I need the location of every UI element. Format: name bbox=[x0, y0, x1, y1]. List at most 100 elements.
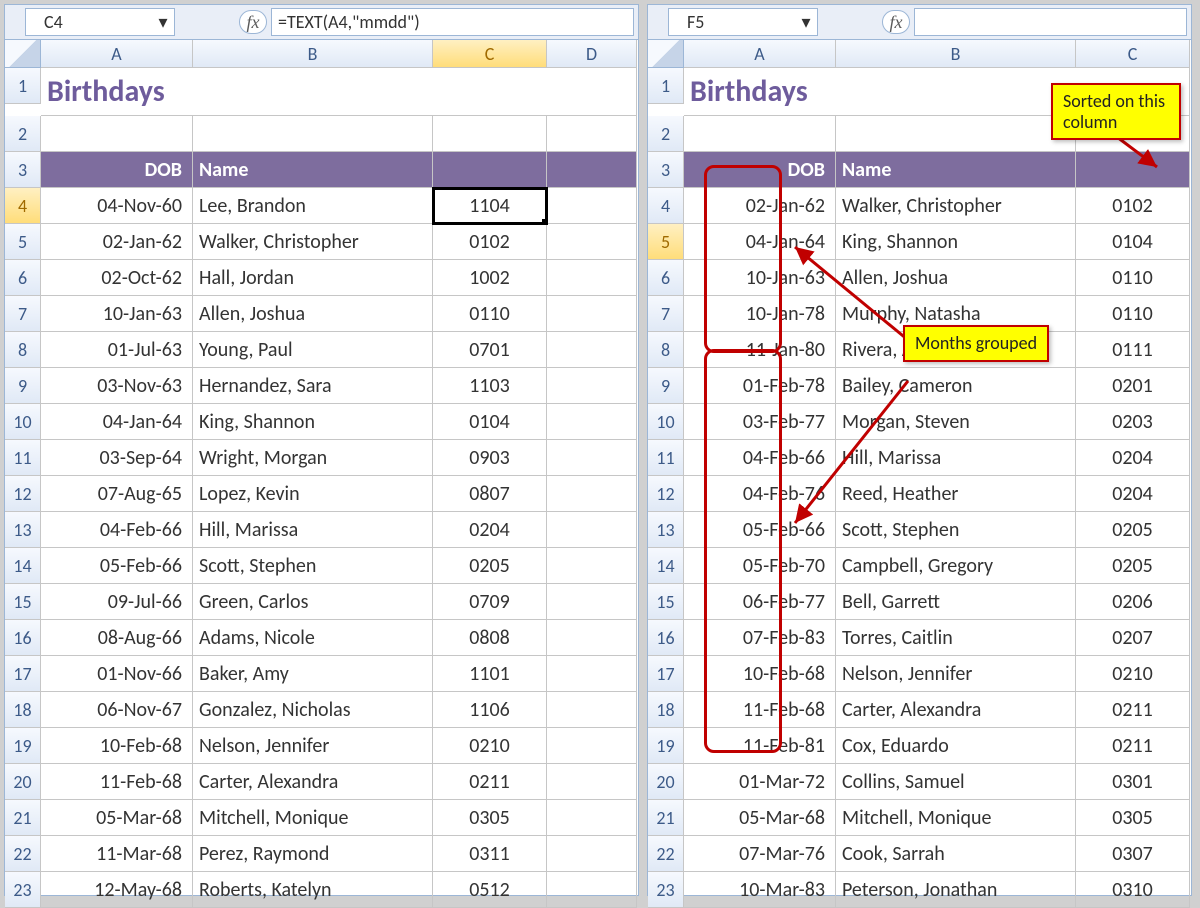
row-header[interactable]: 4 bbox=[5, 188, 41, 224]
cell-code[interactable]: 0210 bbox=[433, 728, 547, 764]
cell-code[interactable]: 0204 bbox=[1076, 440, 1190, 476]
row-header[interactable]: 21 bbox=[5, 800, 41, 836]
cell-name[interactable]: Torres, Caitlin bbox=[836, 620, 1076, 656]
cell-name[interactable]: Lopez, Kevin bbox=[193, 476, 433, 512]
row-header[interactable]: 17 bbox=[5, 656, 41, 692]
cell-dob[interactable]: 11-Feb-81 bbox=[684, 728, 836, 764]
fx-icon[interactable]: fx bbox=[882, 10, 910, 34]
cell-code[interactable]: 0110 bbox=[1076, 260, 1190, 296]
empty-cell[interactable] bbox=[547, 548, 637, 584]
cell-dob[interactable]: 01-Nov-66 bbox=[41, 656, 193, 692]
cell-dob[interactable]: 07-Feb-83 bbox=[684, 620, 836, 656]
empty-cell[interactable] bbox=[547, 404, 637, 440]
cell-name[interactable]: Cox, Eduardo bbox=[836, 728, 1076, 764]
table-header-name[interactable]: Name bbox=[836, 152, 1076, 188]
select-all-corner[interactable] bbox=[648, 40, 684, 68]
cell-code[interactable]: 0111 bbox=[1076, 332, 1190, 368]
row-header[interactable]: 5 bbox=[648, 224, 684, 260]
cell-dob[interactable]: 05-Feb-70 bbox=[684, 548, 836, 584]
empty-cell[interactable] bbox=[433, 116, 547, 152]
row-header[interactable]: 3 bbox=[648, 152, 684, 188]
cell-dob[interactable]: 09-Jul-66 bbox=[41, 584, 193, 620]
cell-code[interactable]: 0903 bbox=[433, 440, 547, 476]
cell-name[interactable]: Mitchell, Monique bbox=[836, 800, 1076, 836]
cell-name[interactable]: Hill, Marissa bbox=[193, 512, 433, 548]
cell-name[interactable]: Adams, Nicole bbox=[193, 620, 433, 656]
cell-dob[interactable]: 10-Jan-78 bbox=[684, 296, 836, 332]
empty-cell[interactable] bbox=[547, 476, 637, 512]
empty-cell[interactable] bbox=[547, 116, 637, 152]
cell-code[interactable]: 0207 bbox=[1076, 620, 1190, 656]
cell-code[interactable]: 0102 bbox=[433, 224, 547, 260]
cell-dob[interactable]: 04-Feb-76 bbox=[684, 476, 836, 512]
cell-name[interactable]: Baker, Amy bbox=[193, 656, 433, 692]
cell-code[interactable]: 0104 bbox=[1076, 224, 1190, 260]
cell-name[interactable]: Green, Carlos bbox=[193, 584, 433, 620]
spreadsheet-grid[interactable]: ABC1Birthdays23DOBName402-Jan-62Walker, … bbox=[648, 40, 1191, 908]
cell-name[interactable]: Walker, Christopher bbox=[836, 188, 1076, 224]
row-header[interactable]: 14 bbox=[648, 548, 684, 584]
cell-dob[interactable]: 11-Jan-80 bbox=[684, 332, 836, 368]
cell-name[interactable]: Scott, Stephen bbox=[836, 512, 1076, 548]
cell-dob[interactable]: 07-Mar-76 bbox=[684, 836, 836, 872]
cell-dob[interactable]: 11-Mar-68 bbox=[41, 836, 193, 872]
cell-dob[interactable]: 10-Feb-68 bbox=[41, 728, 193, 764]
cell-dob[interactable]: 05-Feb-66 bbox=[41, 548, 193, 584]
row-header[interactable]: 7 bbox=[648, 296, 684, 332]
row-header[interactable]: 19 bbox=[5, 728, 41, 764]
name-box-dropdown-icon[interactable]: ▾ bbox=[153, 8, 173, 36]
cell-code[interactable]: 0206 bbox=[1076, 584, 1190, 620]
row-header[interactable]: 10 bbox=[648, 404, 684, 440]
empty-cell[interactable] bbox=[836, 116, 1076, 152]
cell-name[interactable]: Nelson, Jennifer bbox=[193, 728, 433, 764]
empty-cell[interactable] bbox=[41, 116, 193, 152]
cell-code[interactable]: 0201 bbox=[1076, 368, 1190, 404]
select-all-corner[interactable] bbox=[5, 40, 41, 68]
cell-code[interactable]: 1101 bbox=[433, 656, 547, 692]
cell-code[interactable]: 0701 bbox=[433, 332, 547, 368]
cell-dob[interactable]: 02-Jan-62 bbox=[684, 188, 836, 224]
cell-code[interactable]: 0709 bbox=[433, 584, 547, 620]
row-header[interactable]: 15 bbox=[648, 584, 684, 620]
cell-name[interactable]: Lee, Brandon bbox=[193, 188, 433, 224]
cell-dob[interactable]: 01-Jul-63 bbox=[41, 332, 193, 368]
cell-code[interactable]: 0211 bbox=[1076, 728, 1190, 764]
cell-dob[interactable]: 10-Mar-83 bbox=[684, 872, 836, 908]
empty-cell[interactable] bbox=[547, 800, 637, 836]
cell-dob[interactable]: 04-Jan-64 bbox=[684, 224, 836, 260]
row-header[interactable]: 10 bbox=[5, 404, 41, 440]
row-header[interactable]: 9 bbox=[648, 368, 684, 404]
cell-code[interactable]: 0211 bbox=[433, 764, 547, 800]
cell-name[interactable]: Hill, Marissa bbox=[836, 440, 1076, 476]
cell-dob[interactable]: 06-Nov-67 bbox=[41, 692, 193, 728]
empty-cell[interactable] bbox=[547, 872, 637, 908]
formula-input[interactable] bbox=[914, 8, 1187, 36]
cell-code[interactable]: 1103 bbox=[433, 368, 547, 404]
cell-code[interactable]: 0110 bbox=[433, 296, 547, 332]
empty-cell[interactable] bbox=[547, 368, 637, 404]
column-header[interactable]: D bbox=[547, 40, 637, 68]
cell-code[interactable]: 0301 bbox=[1076, 764, 1190, 800]
table-header-empty[interactable] bbox=[433, 152, 547, 188]
cell-name[interactable]: Allen, Joshua bbox=[193, 296, 433, 332]
column-header[interactable]: C bbox=[433, 40, 547, 68]
table-header-dob[interactable]: DOB bbox=[41, 152, 193, 188]
empty-cell[interactable] bbox=[547, 512, 637, 548]
row-header[interactable]: 20 bbox=[5, 764, 41, 800]
cell-name[interactable]: King, Shannon bbox=[836, 224, 1076, 260]
cell-dob[interactable]: 05-Mar-68 bbox=[41, 800, 193, 836]
column-header[interactable]: A bbox=[41, 40, 193, 68]
row-header[interactable]: 12 bbox=[648, 476, 684, 512]
cell-name[interactable]: Scott, Stephen bbox=[193, 548, 433, 584]
cell-code[interactable]: 0205 bbox=[1076, 512, 1190, 548]
row-header[interactable]: 6 bbox=[5, 260, 41, 296]
cell-code[interactable]: 0807 bbox=[433, 476, 547, 512]
row-header[interactable]: 12 bbox=[5, 476, 41, 512]
cell-dob[interactable]: 04-Jan-64 bbox=[41, 404, 193, 440]
cell-dob[interactable]: 01-Mar-72 bbox=[684, 764, 836, 800]
row-header[interactable]: 16 bbox=[648, 620, 684, 656]
cell-code[interactable]: 0210 bbox=[1076, 656, 1190, 692]
row-header[interactable]: 1 bbox=[648, 68, 684, 104]
cell-dob[interactable]: 06-Feb-77 bbox=[684, 584, 836, 620]
row-header[interactable]: 14 bbox=[5, 548, 41, 584]
